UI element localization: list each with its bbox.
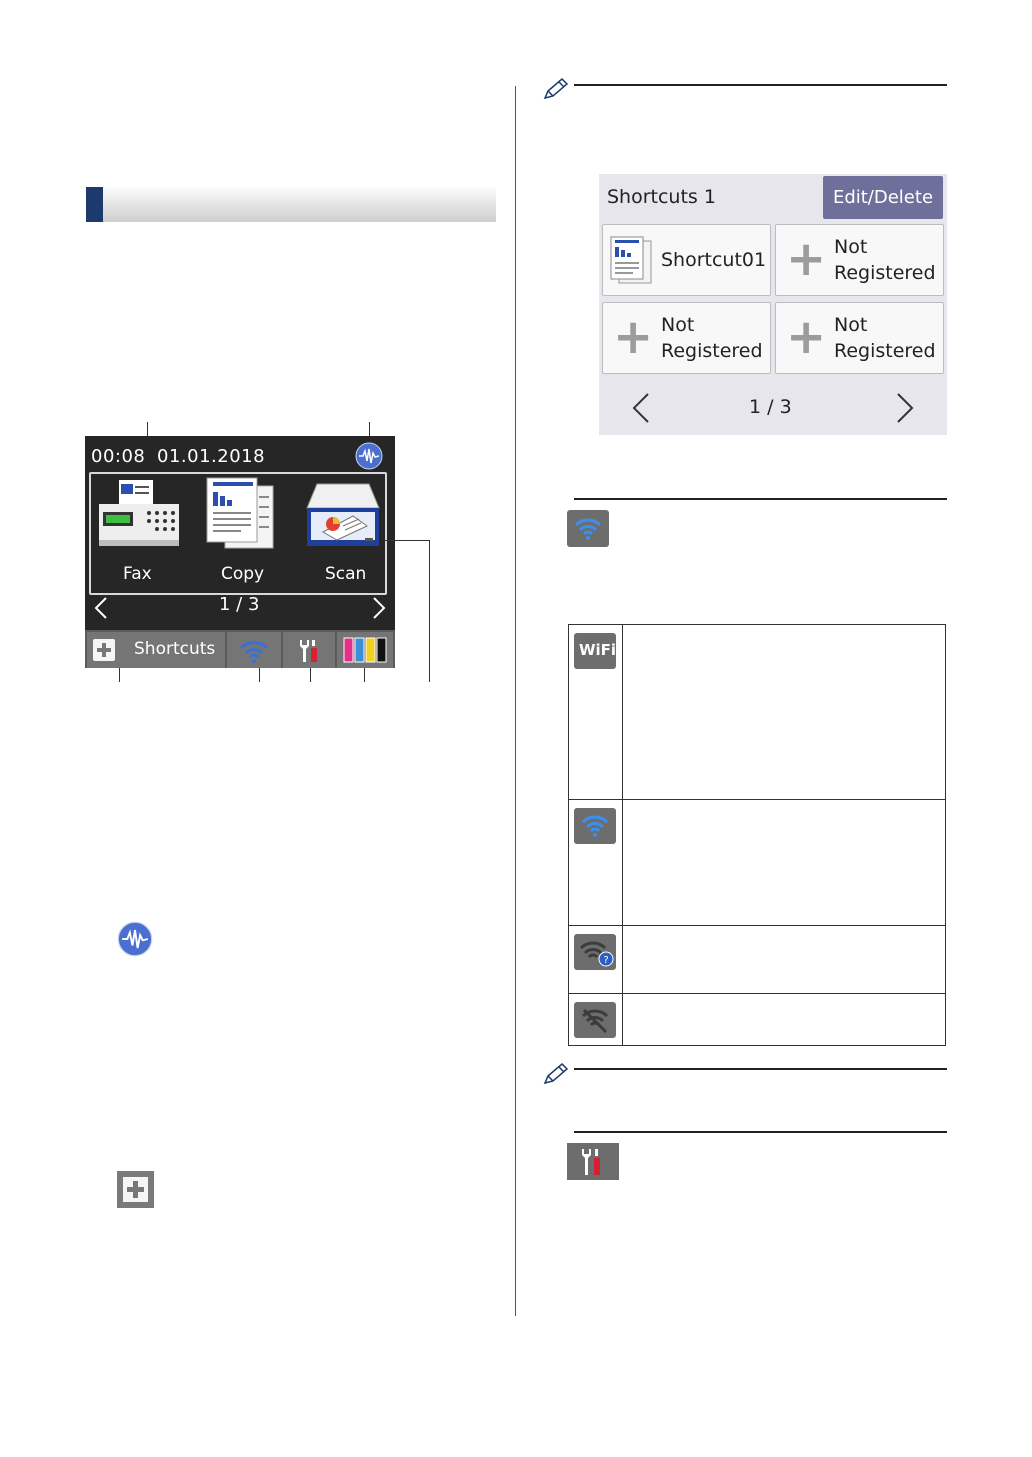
shortcut-tile-1[interactable]: Shortcut01: [602, 224, 771, 296]
shortcut-tile-1-label: Shortcut01: [661, 249, 767, 271]
table-column-divider: [622, 625, 623, 1045]
lcd-time: 00:08: [91, 446, 146, 467]
wireless-status-wave-icon[interactable]: [355, 442, 383, 470]
settings-button[interactable]: [283, 632, 335, 668]
plus-box-icon: [93, 639, 115, 661]
note-rule: [574, 84, 947, 86]
section-header-marker: [86, 187, 103, 222]
shortcut-tile-2-line2: Registered: [834, 262, 936, 284]
settings-tools-icon: [567, 1143, 619, 1180]
settings-tools-icon: [300, 640, 317, 662]
app-label-scan: Scan: [325, 564, 367, 584]
plus-icon: +: [613, 309, 654, 365]
shortcuts-label: Shortcuts: [134, 639, 216, 659]
shortcut-tile-3-line1: Not: [661, 314, 695, 336]
scanner-icon[interactable]: [303, 482, 383, 550]
shortcut-tile-3-line2: Registered: [661, 340, 763, 362]
callout-line-settings: [310, 668, 311, 682]
app-label-fax: Fax: [123, 564, 152, 584]
wifi-text: WiFi: [579, 641, 617, 659]
chevron-right-icon[interactable]: [895, 392, 915, 424]
wifi-section-rule: [574, 498, 947, 500]
svg-text:?: ?: [603, 955, 608, 966]
wifi-connected-icon: [574, 808, 616, 844]
shortcut-tile-4-line1: Not: [834, 314, 868, 336]
lcd-date: 01.01.2018: [157, 446, 266, 467]
edit-delete-button[interactable]: Edit/Delete: [823, 176, 943, 219]
note-pencil-icon: [543, 1062, 569, 1085]
fax-machine-icon[interactable]: [97, 478, 181, 550]
shortcuts-page-indicator: 1 / 3: [749, 396, 792, 418]
shortcut-tile-3[interactable]: + Not Registered: [602, 302, 771, 374]
chevron-left-icon[interactable]: [631, 392, 651, 424]
shortcut-tile-4[interactable]: + Not Registered: [775, 302, 944, 374]
wifi-searching-icon: ?: [574, 934, 616, 970]
shortcut-tile-2[interactable]: + Not Registered: [775, 224, 944, 296]
shortcut-copy-icon: [610, 236, 652, 284]
column-divider: [515, 86, 516, 1316]
lcd-home-screen: 00:08 01.01.2018 Fax Copy Scan 1 / 3 Sho…: [85, 436, 395, 668]
wifi-status-button[interactable]: [227, 632, 281, 668]
app-label-copy: Copy: [221, 564, 265, 584]
chevron-right-icon[interactable]: [371, 596, 387, 620]
callout-line-shortcuts: [119, 668, 120, 682]
table-row-divider: [569, 993, 945, 994]
chevron-left-icon[interactable]: [93, 596, 109, 620]
note-pencil-icon: [543, 77, 569, 100]
table-row-divider: [569, 799, 945, 800]
shortcuts-screen: Shortcuts 1 Edit/Delete Shortcut01 + Not…: [599, 174, 947, 435]
callout-line-wifi: [259, 668, 260, 682]
plus-icon: +: [786, 231, 827, 287]
wifi-status-icon: [567, 510, 609, 547]
callout-line-ink: [364, 668, 365, 682]
callout-line-apps-h: [384, 540, 430, 541]
plus-box-icon-standalone: [117, 1171, 154, 1208]
ink-levels-icon: [343, 637, 387, 663]
page-indicator: 1 / 3: [219, 594, 260, 615]
shortcut-tile-4-line2: Registered: [834, 340, 936, 362]
settings-section-rule: [574, 1131, 947, 1133]
ink-button[interactable]: [337, 632, 393, 668]
wifi-disconnected-icon: [574, 1002, 616, 1038]
shortcuts-title: Shortcuts 1: [607, 186, 716, 208]
wifi-icon-table: WiFi ?: [568, 624, 946, 1046]
plus-icon: +: [786, 309, 827, 365]
wifi-icon: [239, 641, 269, 663]
note-rule: [574, 1068, 947, 1070]
wireless-status-wave-icon-standalone: [117, 921, 153, 957]
wifi-text-icon: WiFi: [574, 633, 616, 669]
table-row-divider: [569, 925, 945, 926]
copy-documents-icon[interactable]: [205, 476, 275, 552]
callout-line-apps-v: [429, 540, 430, 682]
shortcuts-button[interactable]: Shortcuts: [87, 632, 225, 668]
section-header-bar: [86, 187, 496, 222]
shortcut-tile-2-line1: Not: [834, 236, 868, 258]
